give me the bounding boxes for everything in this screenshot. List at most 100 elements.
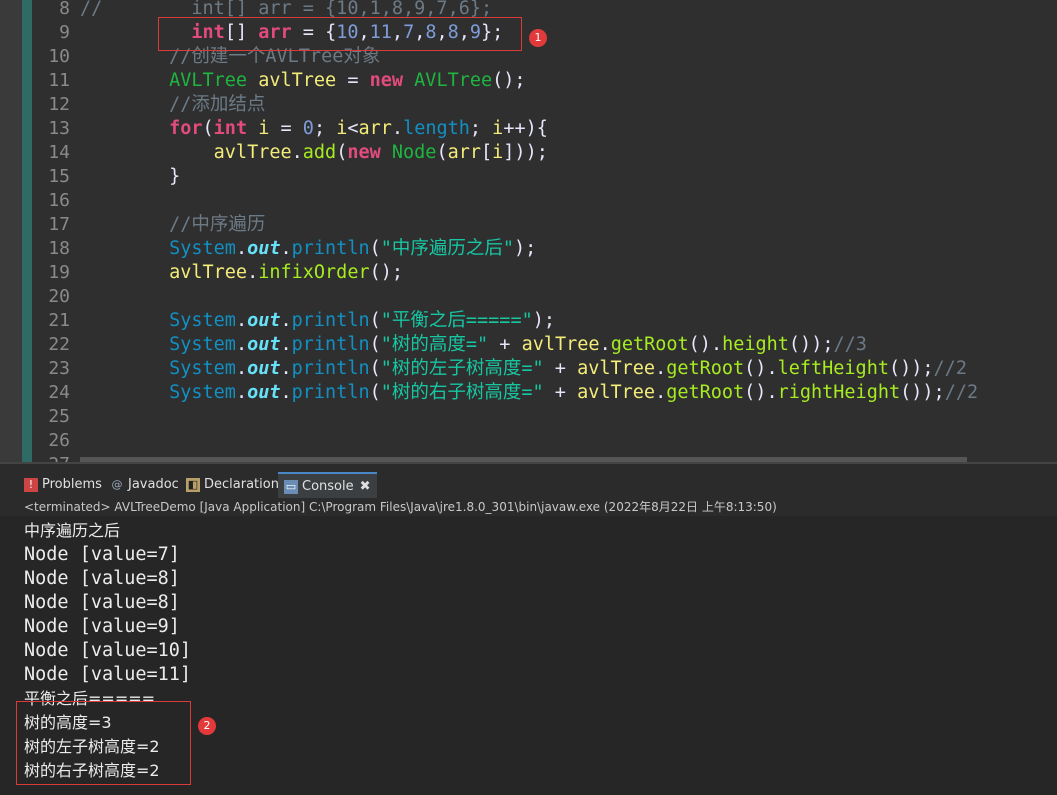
code-line-13: for(int i = 0; i<arr.length; i++){ [169,118,548,139]
method-println: println [291,334,370,355]
method-height: height [722,334,789,355]
var-name: avlTree [169,262,248,283]
line-number: 15 [48,166,70,187]
comment-marker: // [80,0,103,19]
method-leftheight: leftHeight [777,358,889,379]
code-line-24: System.out.println("树的右子树高度=" + avlTree.… [169,382,979,403]
method-println: println [291,238,370,259]
javadoc-icon: @ [111,477,123,491]
line-number: 12 [48,94,70,115]
comment: //2 [933,358,967,379]
class-name: AVLTree [414,70,493,91]
string-literal: "树的右子树高度=" [380,382,544,403]
field-out: out [247,238,281,259]
code-line-21: System.out.println("平衡之后====="); [169,310,555,331]
var-name: avlTree [213,142,292,163]
class-system: System [169,382,236,403]
field-out: out [247,382,281,403]
string-literal: "平衡之后=====" [380,310,533,331]
tab-label: Console [302,479,354,494]
code-line-12: //添加结点 [80,93,265,117]
var-name: avlTree [258,70,337,91]
string-literal: "树的高度=" [380,334,489,355]
highlight-box-output [16,701,191,785]
comment: //中序遍历 [169,214,266,235]
field-out: out [247,310,281,331]
class-name: Node [391,142,437,163]
line-number: 10 [48,46,70,67]
line-number: 25 [48,406,70,427]
annotation-badge-2: 2 [198,717,216,735]
string-literal: "中序遍历之后" [380,238,515,259]
code-line-19: avlTree.infixOrder(); [169,262,404,283]
line-number: 26 [48,430,70,451]
highlight-box-array [158,17,522,51]
class-system: System [169,358,236,379]
line-number: 9 [59,22,70,43]
method-println: println [291,358,370,379]
tab-declaration[interactable]: ◧ Declaration [186,472,279,498]
line-number: 24 [48,382,70,403]
method-add: add [302,142,337,163]
code-line-23: System.out.println("树的左子树高度=" + avlTree.… [169,358,967,379]
method-println: println [291,382,370,403]
line-number: 27 [22,453,70,462]
code-line-22: System.out.println("树的高度=" + avlTree.get… [169,334,867,355]
method-getroot: getRoot [610,334,689,355]
line-number: 16 [48,190,70,211]
tab-label: Declaration [204,477,279,492]
keyword-new: new [347,142,381,163]
var-arr: arr [447,142,482,163]
tab-problems[interactable]: ! Problems [24,472,102,498]
var-name: avlTree [577,358,656,379]
line-number-gutter: 89101112131415161718192021222324252627 [32,0,80,462]
line-number: 14 [48,142,70,163]
var-i: i [258,118,270,139]
line-number: 20 [48,286,70,307]
declaration-icon: ◧ [186,477,200,492]
comment: //添加结点 [169,94,266,115]
code-editor[interactable]: 89101112131415161718192021222324252627 /… [0,0,1057,462]
tab-label: Javadoc [128,477,179,492]
brace: } [169,166,181,187]
line-number: 11 [48,70,70,91]
view-tab-bar: ! Problems @ Javadoc ◧ Declaration ▭ Console… [0,462,1057,498]
comment: //3 [833,334,867,355]
console-process-status: <terminated> AVLTreeDemo [Java Applicati… [0,498,1057,516]
method-rightheight: rightHeight [777,382,901,403]
close-icon[interactable]: ✖ [360,479,371,494]
console-line: Node [value=11] [24,664,192,685]
console-icon: ▭ [284,479,298,494]
tab-label: Problems [42,477,102,492]
tab-javadoc[interactable]: @ Javadoc [110,472,179,498]
console-line: Node [value=7] [24,544,180,565]
line-number: 21 [48,310,70,331]
code-area[interactable]: // int[] arr = {10,1,8,9,7,6}; int[] arr… [80,0,1057,462]
class-system: System [169,238,236,259]
num: 0 [302,118,314,139]
line-number: 22 [48,334,70,355]
console-line: Node [value=9] [24,616,180,637]
line-number: 23 [48,358,70,379]
console-line: 中序遍历之后 [24,521,121,540]
method-println: println [291,310,370,331]
code-line-15: } [80,165,180,189]
keyword-for: for [169,118,203,139]
class-name: AVLTree [169,70,248,91]
string-literal: "树的左子树高度=" [380,358,544,379]
line-number: 8 [59,0,70,19]
keyword-int: int [213,118,248,139]
code-line-11: AVLTree avlTree = new AVLTree(); [169,70,526,91]
line-number: 17 [48,214,70,235]
problems-icon: ! [24,477,38,492]
tab-console[interactable]: ▭ Console ✖ [278,472,377,498]
class-system: System [169,310,236,331]
comment: //2 [944,382,979,403]
keyword-new: new [369,70,404,91]
code-line-14: avlTree.add(new Node(arr[i])); [213,142,548,163]
method-infixorder: infixOrder [258,262,370,283]
var-name: avlTree [577,382,656,403]
console-line: Node [value=10] [24,640,192,661]
line-number: 13 [48,118,70,139]
editor-left-ruler [0,0,22,462]
